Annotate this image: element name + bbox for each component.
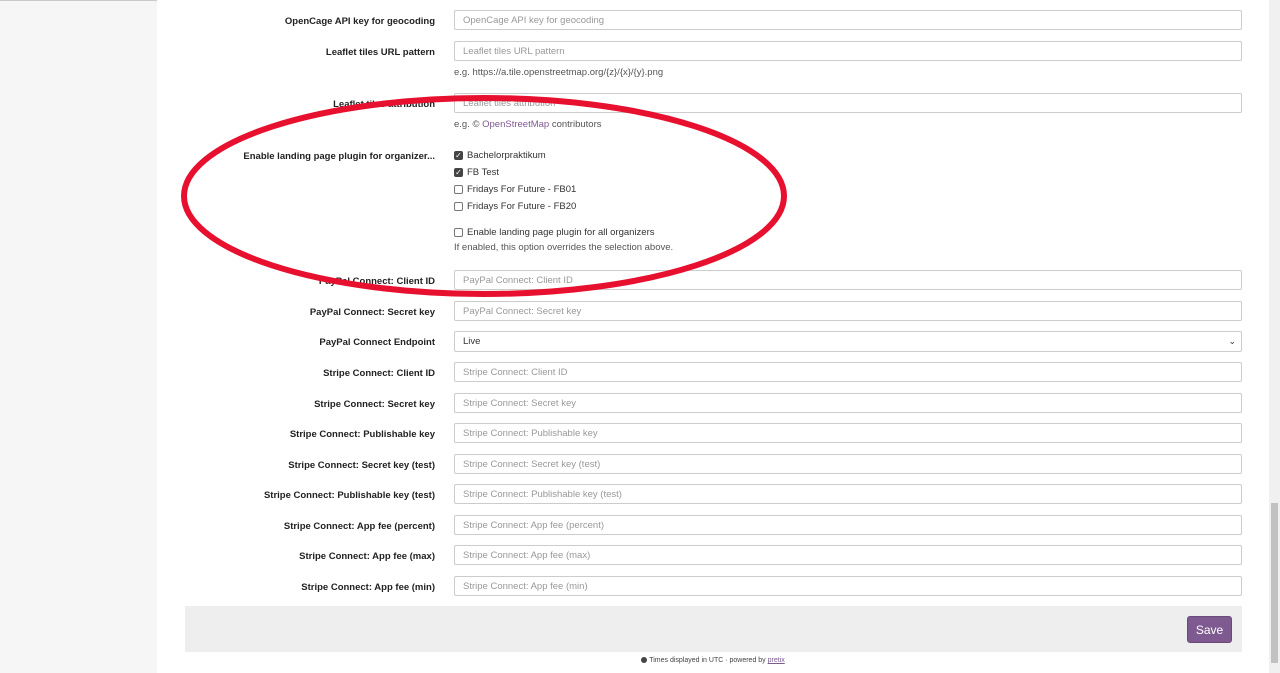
landing-plugin-label: Enable landing page plugin for organizer… xyxy=(243,151,435,162)
stripe-fee-max-input[interactable] xyxy=(454,545,1242,565)
organizer-checkbox-row[interactable]: Fridays For Future - FB20 xyxy=(454,201,576,212)
checkbox-checked-icon[interactable]: ✓ xyxy=(454,168,463,177)
organizer-checkbox-row[interactable]: ✓ FB Test xyxy=(454,167,499,178)
checkbox-unchecked-icon[interactable] xyxy=(454,202,463,211)
footer-text: Times displayed in UTC · powered by xyxy=(649,657,768,664)
openstreetmap-link[interactable]: OpenStreetMap xyxy=(482,119,549,130)
organizer-label: Bachelorpraktikum xyxy=(467,150,546,161)
organizer-label: Fridays For Future - FB20 xyxy=(467,201,577,212)
stripe-field-label: Stripe Connect: Client ID xyxy=(323,368,435,379)
save-button[interactable]: Save xyxy=(1187,616,1232,643)
all-organizers-checkbox-row[interactable]: Enable landing page plugin for all organ… xyxy=(454,227,655,238)
stripe-field-label: Stripe Connect: App fee (percent) xyxy=(283,521,435,532)
stripe-field-label: Stripe Connect: Publishable key xyxy=(289,429,435,440)
organizer-checkbox-row[interactable]: ✓ Bachelorpraktikum xyxy=(454,150,546,161)
paypal-client-input[interactable] xyxy=(454,270,1242,290)
stripe-publishable-test-input[interactable] xyxy=(454,484,1242,504)
attribution-help-suffix: contributors xyxy=(549,119,602,130)
checkbox-unchecked-icon[interactable] xyxy=(454,228,463,237)
opencage-label: OpenCage API key for geocoding xyxy=(284,16,435,27)
scrollbar[interactable] xyxy=(1269,0,1280,673)
organizer-checkbox-row[interactable]: Fridays For Future - FB01 xyxy=(454,184,576,195)
stripe-field-label: Stripe Connect: Secret key xyxy=(314,399,435,410)
organizer-label: FB Test xyxy=(467,167,500,178)
stripe-field-label: Stripe Connect: Secret key (test) xyxy=(288,460,435,471)
checkbox-checked-icon[interactable]: ✓ xyxy=(454,151,463,160)
all-organizers-label: Enable landing page plugin for all organ… xyxy=(467,227,655,238)
leaflet-url-label: Leaflet tiles URL pattern xyxy=(325,47,435,58)
attribution-help-prefix: e.g. © xyxy=(454,119,483,130)
scrollbar-thumb[interactable] xyxy=(1271,503,1278,663)
pretix-link[interactable]: pretix xyxy=(768,657,785,664)
leaflet-attribution-input[interactable] xyxy=(454,93,1242,113)
stripe-secret-test-input[interactable] xyxy=(454,454,1242,474)
opencage-input[interactable] xyxy=(454,10,1242,30)
stripe-secret-input[interactable] xyxy=(454,393,1242,413)
globe-icon xyxy=(641,657,648,664)
stripe-fee-percent-input[interactable] xyxy=(454,515,1242,535)
leaflet-attribution-help: e.g. © OpenStreetMap contributors xyxy=(454,119,601,130)
stripe-fee-min-input[interactable] xyxy=(454,576,1242,596)
landing-plugin-help: If enabled, this option overrides the se… xyxy=(454,242,674,253)
leaflet-url-input[interactable] xyxy=(454,41,1242,61)
form-actions-bar: Save xyxy=(185,606,1242,652)
paypal-client-label: PayPal Connect: Client ID xyxy=(318,276,435,287)
stripe-publishable-input[interactable] xyxy=(454,423,1242,443)
organizer-label: Fridays For Future - FB01 xyxy=(467,184,577,195)
paypal-secret-label: PayPal Connect: Secret key xyxy=(309,307,435,318)
stripe-client-input[interactable] xyxy=(454,362,1242,382)
stripe-field-label: Stripe Connect: App fee (max) xyxy=(299,551,435,562)
chevron-down-icon: ⌄ xyxy=(1228,336,1236,346)
stripe-field-label: Stripe Connect: App fee (min) xyxy=(301,582,435,593)
paypal-endpoint-select[interactable]: Live ⌄ xyxy=(454,331,1242,352)
paypal-endpoint-label: PayPal Connect Endpoint xyxy=(319,337,435,348)
stripe-field-label: Stripe Connect: Publishable key (test) xyxy=(263,490,435,501)
checkbox-unchecked-icon[interactable] xyxy=(454,185,463,194)
paypal-secret-input[interactable] xyxy=(454,301,1242,321)
leaflet-url-help: e.g. https://a.tile.openstreetmap.org/{z… xyxy=(454,67,664,78)
paypal-endpoint-value: Live xyxy=(463,336,481,347)
leaflet-attribution-label: Leaflet tiles attribution xyxy=(333,99,435,110)
page-footer: Times displayed in UTC · powered by pret… xyxy=(0,657,1280,664)
